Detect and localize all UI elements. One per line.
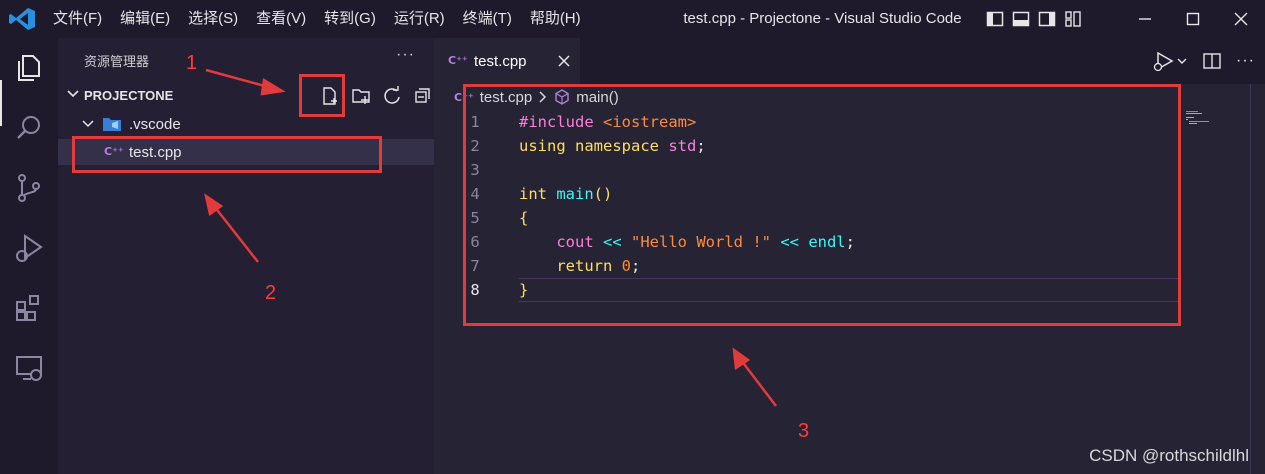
close-icon [1234,12,1248,26]
split-editor-icon[interactable] [1202,51,1222,71]
refresh-icon[interactable] [382,86,402,106]
maximize-icon [1186,12,1200,26]
menu-selection[interactable]: 选择(S) [179,0,247,38]
new-folder-icon[interactable] [351,86,371,106]
sidebar-title: 资源管理器 [84,54,150,69]
close-button[interactable] [1217,0,1265,38]
tab-test-cpp[interactable]: C⁺⁺ test.cpp [434,38,580,84]
annotation-number-1: 1 [186,52,198,74]
more-actions-icon[interactable]: ··· [1236,52,1255,70]
tree-item-label: .vscode [129,116,181,133]
workspace-name: PROJECTONE [84,88,174,103]
minimap[interactable] [1186,110,1216,130]
annotation-number-3: 3 [798,420,810,442]
cpp-file-icon: C⁺⁺ [448,54,468,67]
menu-bar: 文件(F) 编辑(E) 选择(S) 查看(V) 转到(G) 运行(R) 终端(T… [44,0,590,38]
explorer-sidebar: 资源管理器 ··· PROJECTONE .vscode C⁺⁺ test.cp… [58,38,434,474]
menu-file[interactable]: 文件(F) [44,0,111,38]
menu-help[interactable]: 帮助(H) [521,0,590,38]
annotation-box-2 [72,136,382,173]
activity-bar [0,38,58,474]
menu-view[interactable]: 查看(V) [247,0,315,38]
vertical-scrollbar[interactable] [1250,84,1265,474]
active-indicator [0,80,2,126]
explorer-icon[interactable] [13,52,45,84]
annotation-box-1 [299,74,345,117]
menu-run[interactable]: 运行(R) [385,0,454,38]
tree-item-vscode-folder[interactable]: .vscode [58,111,434,137]
customize-layout-icon[interactable] [1064,10,1082,28]
vscode-folder-icon [103,118,121,131]
toggle-secondary-sidebar-icon[interactable] [1038,10,1056,28]
tab-label: test.cpp [474,53,527,70]
tab-bar: C⁺⁺ test.cpp ··· [434,38,1265,84]
editor-actions: ··· [1152,50,1255,72]
chevron-down-icon [82,120,94,128]
extensions-icon[interactable] [13,292,45,324]
menu-terminal[interactable]: 终端(T) [454,0,521,38]
title-bar: 文件(F) 编辑(E) 选择(S) 查看(V) 转到(G) 运行(R) 终端(T… [0,0,1265,38]
annotation-number-2: 2 [265,282,277,304]
minimize-button[interactable] [1121,0,1169,38]
layout-controls [986,10,1082,28]
annotation-box-3 [463,84,1181,326]
vscode-logo-icon [9,8,35,30]
maximize-button[interactable] [1169,0,1217,38]
search-icon[interactable] [13,112,45,144]
menu-go[interactable]: 转到(G) [315,0,385,38]
watermark: CSDN @rothschildlhl [1089,446,1249,465]
remote-explorer-icon[interactable] [13,352,45,384]
chevron-down-icon [67,90,79,98]
source-control-icon[interactable] [13,172,45,204]
menu-edit[interactable]: 编辑(E) [111,0,179,38]
collapse-all-icon[interactable] [413,86,433,106]
minimize-icon [1139,18,1151,20]
run-debug-icon[interactable] [13,232,45,264]
toggle-primary-sidebar-icon[interactable] [986,10,1004,28]
sidebar-more-actions[interactable]: ··· [396,46,415,64]
close-tab-icon[interactable] [558,55,570,67]
run-debug-dropdown-icon[interactable] [1152,50,1188,72]
toggle-panel-icon[interactable] [1012,10,1030,28]
